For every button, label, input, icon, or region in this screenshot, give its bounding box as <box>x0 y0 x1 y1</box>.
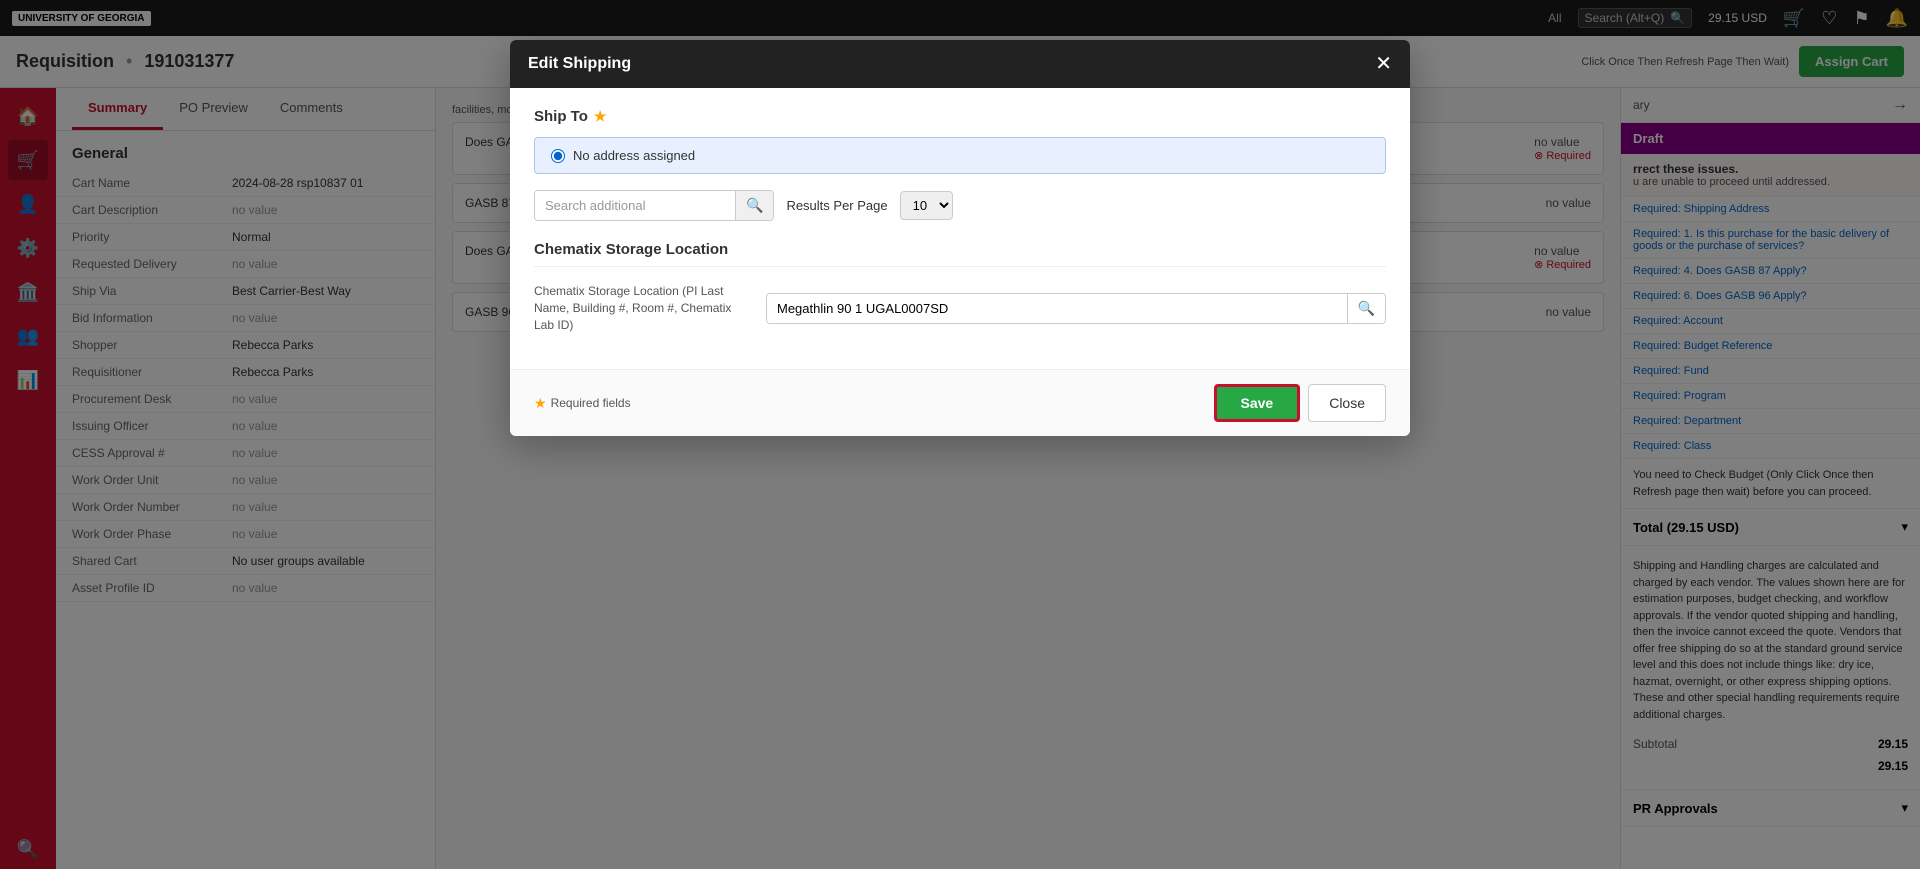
no-address-radio[interactable] <box>551 149 565 163</box>
search-additional-input[interactable] <box>535 191 735 220</box>
required-star-icon: ★ <box>534 395 547 412</box>
modal-header: Edit Shipping ✕ <box>510 40 1410 88</box>
no-address-label: No address assigned <box>573 148 695 163</box>
modal-footer: ★ Required fields Save Close <box>510 369 1410 436</box>
results-per-page-select[interactable]: 10 25 50 <box>900 191 953 220</box>
storage-row: Chematix Storage Location (PI Last Name,… <box>534 283 1386 333</box>
close-button[interactable]: Close <box>1308 384 1386 422</box>
storage-section-title: Chematix Storage Location <box>534 241 1386 267</box>
ship-to-label: Ship To ★ <box>534 108 1386 125</box>
results-per-page-label: Results Per Page <box>786 198 887 213</box>
modal-overlay: Edit Shipping ✕ Ship To ★ No address ass… <box>0 0 1920 869</box>
save-button[interactable]: Save <box>1214 384 1301 422</box>
required-fields-note: ★ Required fields <box>534 395 631 412</box>
ship-to-star: ★ <box>594 108 607 125</box>
search-row: 🔍 Results Per Page 10 25 50 <box>534 190 1386 221</box>
storage-field-label: Chematix Storage Location (PI Last Name,… <box>534 283 754 333</box>
search-input-wrap: 🔍 <box>534 190 774 221</box>
footer-buttons: Save Close <box>1214 384 1387 422</box>
storage-search-button[interactable]: 🔍 <box>1347 294 1385 323</box>
modal-title: Edit Shipping <box>528 55 631 73</box>
storage-location-input[interactable] <box>767 294 1347 323</box>
edit-shipping-modal: Edit Shipping ✕ Ship To ★ No address ass… <box>510 40 1410 436</box>
modal-close-button[interactable]: ✕ <box>1375 54 1392 74</box>
storage-input-wrap: 🔍 <box>766 293 1386 324</box>
no-address-row: No address assigned <box>534 137 1386 174</box>
modal-body: Ship To ★ No address assigned 🔍 Results … <box>510 88 1410 369</box>
search-additional-button[interactable]: 🔍 <box>735 191 773 220</box>
